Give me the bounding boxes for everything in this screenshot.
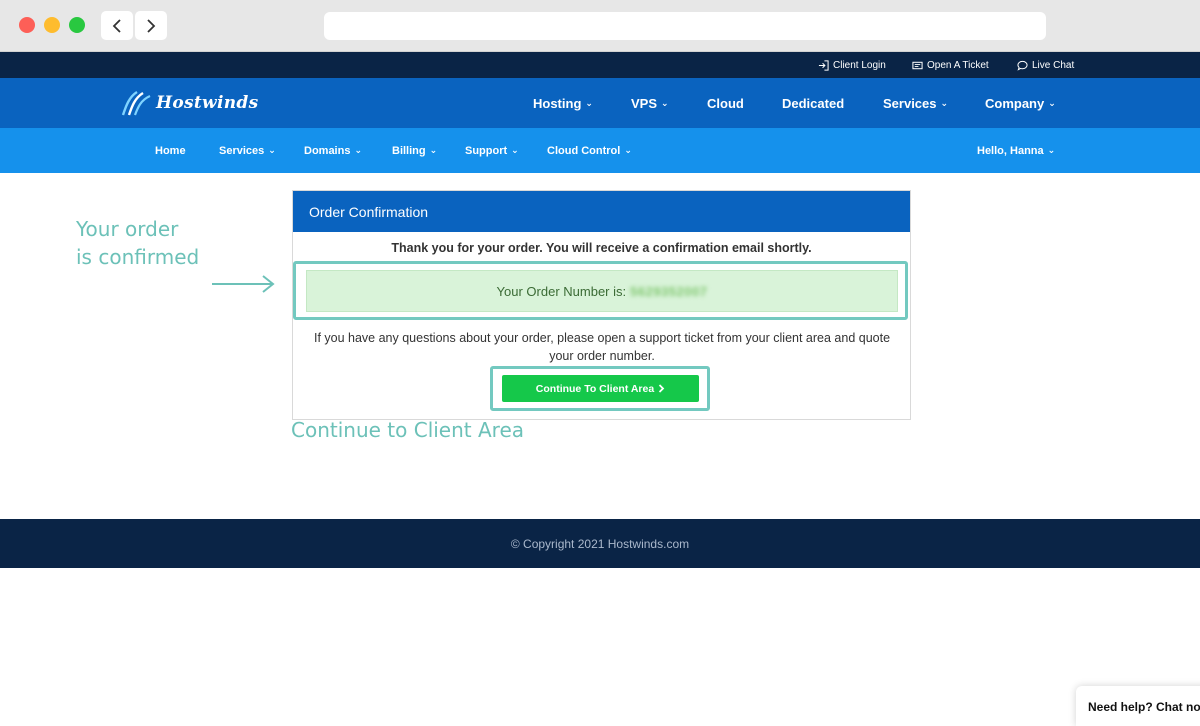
order-number-value: 5629352007 (630, 283, 708, 299)
subnav-home-label: Home (155, 144, 186, 157)
panel-title: Order Confirmation (293, 191, 910, 232)
ticket-icon (912, 61, 923, 69)
chevron-down-icon: ⌄ (940, 97, 949, 108)
chevron-down-icon: ⌄ (1047, 145, 1056, 155)
user-greeting: Hello, Hanna (977, 144, 1044, 157)
back-button[interactable] (101, 11, 133, 40)
subnav-cloud-control-label: Cloud Control (547, 144, 621, 157)
footer: © Copyright 2021 Hostwinds.com (0, 519, 1200, 568)
nav-dedicated[interactable]: Dedicated (782, 78, 844, 128)
annotation-order-confirmed: Your order is confirmed (76, 215, 199, 271)
zoom-window-button[interactable] (69, 17, 85, 33)
chevron-down-icon: ⌄ (354, 145, 363, 155)
subnav-domains[interactable]: Domains ⌄ (304, 128, 362, 173)
chevron-right-icon (147, 18, 156, 33)
login-icon (818, 59, 829, 71)
live-chat-link[interactable]: Live Chat (1017, 52, 1074, 78)
client-login-link[interactable]: Client Login (818, 52, 886, 78)
continue-button-label: Continue To Client Area (535, 382, 655, 395)
chevron-right-icon (659, 384, 665, 393)
wave-logo-icon (121, 90, 151, 116)
nav-dedicated-label: Dedicated (782, 95, 845, 111)
annotation-continue: Continue to Client Area (291, 418, 525, 442)
chat-widget[interactable]: Need help? Chat now (1076, 686, 1200, 726)
browser-window: Client Login Open A Ticket Live Chat Hos… (0, 0, 1200, 726)
main-navigation: Hostwinds Hosting ⌄ VPS ⌄ Cloud Dedicated … (0, 78, 1200, 128)
chevron-down-icon: ⌄ (661, 97, 669, 108)
support-instructions: If you have any questions about your ord… (313, 331, 891, 363)
nav-services-label: Services (883, 95, 937, 111)
order-number-box: Your Order Number is: 5629352007 (306, 270, 898, 312)
annotation-line-1: Your order (76, 217, 179, 241)
open-ticket-link[interactable]: Open A Ticket (912, 52, 989, 78)
nav-services[interactable]: Services ⌄ (883, 78, 948, 128)
subnav-billing[interactable]: Billing ⌄ (392, 128, 437, 173)
annotation-line-2: is confirmed (76, 245, 200, 269)
minimize-window-button[interactable] (44, 17, 60, 33)
client-login-label: Client Login (833, 59, 886, 71)
chevron-down-icon: ⌄ (511, 145, 519, 155)
close-window-button[interactable] (19, 17, 35, 33)
subnav-home[interactable]: Home (155, 128, 186, 173)
nav-vps[interactable]: VPS ⌄ (631, 78, 669, 128)
chevron-down-icon: ⌄ (624, 145, 632, 155)
open-ticket-label: Open A Ticket (927, 59, 989, 71)
user-menu[interactable]: Hello, Hanna ⌄ (977, 128, 1055, 173)
browser-toolbar (0, 0, 1200, 52)
utility-bar: Client Login Open A Ticket Live Chat (0, 52, 1200, 78)
continue-to-client-area-button[interactable]: Continue To Client Area (502, 375, 699, 402)
nav-hosting-label: Hosting (533, 95, 582, 111)
order-number-highlight: Your Order Number is: 5629352007 (293, 261, 908, 320)
subnav-support[interactable]: Support ⌄ (465, 128, 519, 173)
nav-company-label: Company (985, 95, 1045, 111)
cta-highlight: Continue To Client Area (490, 366, 710, 411)
nav-hosting[interactable]: Hosting ⌄ (533, 78, 593, 128)
subnav-services-label: Services (219, 144, 265, 157)
logo-text: Hostwinds (156, 93, 259, 113)
nav-cloud-label: Cloud (707, 95, 744, 111)
chevron-down-icon: ⌄ (585, 97, 593, 108)
copyright-text: © Copyright 2021 Hostwinds.com (510, 536, 690, 551)
client-area-navigation: Home Services ⌄ Domains ⌄ Billing ⌄ Support… (0, 128, 1200, 173)
arrow-right-icon (212, 275, 275, 293)
hostwinds-logo[interactable]: Hostwinds (120, 86, 258, 120)
subnav-support-label: Support (465, 144, 508, 157)
subnav-domains-label: Domains (304, 144, 351, 157)
chevron-down-icon: ⌄ (429, 145, 438, 155)
nav-vps-label: VPS (631, 95, 658, 111)
chevron-down-icon: ⌄ (268, 145, 276, 155)
chat-bubble-icon (1017, 60, 1028, 71)
nav-company[interactable]: Company ⌄ (985, 78, 1056, 128)
address-bar[interactable] (324, 12, 1046, 40)
subnav-cloud-control[interactable]: Cloud Control ⌄ (547, 128, 632, 173)
subnav-services[interactable]: Services ⌄ (219, 128, 276, 173)
order-confirmation-panel: Order Confirmation Thank you for your or… (292, 190, 911, 420)
chat-widget-label: Need help? Chat now (1088, 700, 1200, 714)
live-chat-label: Live Chat (1032, 59, 1075, 71)
forward-button[interactable] (135, 11, 167, 40)
chevron-left-icon (112, 18, 121, 33)
chevron-down-icon: ⌄ (1048, 97, 1056, 108)
thank-you-message: Thank you for your order. You will recei… (391, 241, 812, 255)
subnav-billing-label: Billing (392, 144, 426, 157)
order-number-label: Your Order Number is: (496, 283, 627, 299)
nav-cloud[interactable]: Cloud (707, 78, 744, 128)
